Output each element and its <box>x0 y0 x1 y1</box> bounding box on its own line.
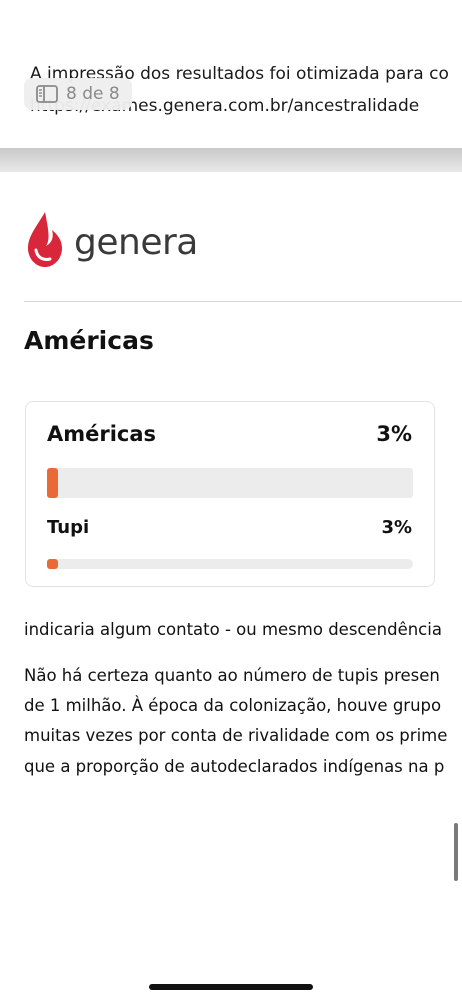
body-paragraph-2-line: Não há certeza quanto ao número de tupis… <box>24 666 440 685</box>
subregion-percent: 3% <box>381 517 412 538</box>
brand-name: genera <box>74 221 198 263</box>
region-name: Américas <box>47 422 157 446</box>
body-paragraph-2-line: de 1 milhão. À época da colonização, hou… <box>24 696 442 715</box>
drop-logo-icon <box>24 210 66 274</box>
page-indicator[interactable]: 8 de 8 <box>24 78 132 110</box>
body-paragraph-2-line: que a proporção de autodeclarados indíge… <box>24 757 445 776</box>
page-separator <box>0 148 462 172</box>
section-title: Américas <box>24 326 154 355</box>
subregion-progress-fill <box>47 559 58 569</box>
subregion-name: Tupi <box>47 517 90 538</box>
region-progress-bar <box>47 468 413 498</box>
home-indicator[interactable] <box>149 984 313 990</box>
region-percent: 3% <box>376 422 412 446</box>
divider <box>24 301 462 302</box>
genera-logo: genera <box>24 210 198 274</box>
region-progress-fill <box>47 468 58 498</box>
ancestry-card: Américas 3% Tupi 3% <box>25 401 435 587</box>
body-paragraph-2-line: muitas vezes por conta de rivalidade com… <box>24 726 448 745</box>
scrollbar-thumb[interactable] <box>454 823 458 881</box>
subregion-progress-bar <box>47 559 413 569</box>
body-paragraph-1: indicaria algum contato - ou mesmo desce… <box>24 620 442 639</box>
page-indicator-label: 8 de 8 <box>66 84 120 104</box>
sidebar-doc-icon <box>36 85 58 103</box>
